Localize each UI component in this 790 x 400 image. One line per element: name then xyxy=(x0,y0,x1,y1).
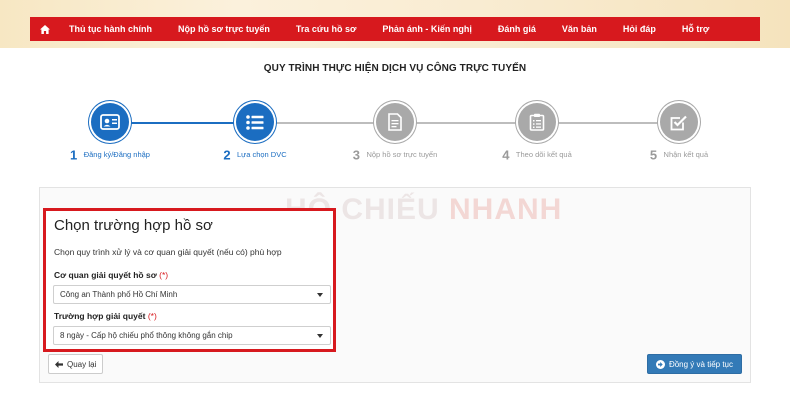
case-select-value: 8 ngày - Cấp hộ chiếu phổ thông không gắ… xyxy=(60,331,233,340)
case-form-title: Chọn trường hợp hồ sơ xyxy=(54,217,213,234)
step-5-label: 5 Nhận kết quả xyxy=(609,146,749,164)
process-stepper: 1 Đăng ký/Đăng nhập 2 Lựa chọn DVC 3 Nộp… xyxy=(0,100,790,170)
nav-item-faq[interactable]: Hỏi đáp xyxy=(610,17,669,41)
agree-continue-button[interactable]: Đồng ý và tiếp tục xyxy=(646,354,742,374)
home-icon[interactable] xyxy=(34,24,56,34)
arrow-left-icon xyxy=(55,360,63,368)
nav-item-evaluation[interactable]: Đánh giá xyxy=(485,17,549,41)
case-selection-panel: HỘ CHIẾU NHANH Chọn trường hợp hồ sơ Chọ… xyxy=(39,187,751,383)
nav-item-submit-online[interactable]: Nộp hồ sơ trực tuyến xyxy=(165,17,283,41)
step-3-number: 3 xyxy=(352,147,360,163)
step-5-text: Nhận kết quả xyxy=(663,150,709,160)
back-button-label: Quay lại xyxy=(67,359,97,369)
step-2-text: Lựa chọn DVC xyxy=(237,150,287,160)
case-label-text: Trường hợp giải quyết xyxy=(54,311,146,321)
step-4-label: 4 Theo dõi kết quả xyxy=(467,146,607,164)
step-2-label: 2 Lựa chọn DVC xyxy=(185,146,325,164)
id-card-icon xyxy=(91,103,129,141)
agree-continue-label: Đồng ý và tiếp tục xyxy=(668,359,733,369)
step-1-label: 1 Đăng ký/Đăng nhập xyxy=(40,146,180,164)
step-connector-1 xyxy=(110,122,255,124)
check-square-icon xyxy=(660,103,698,141)
agency-label: Cơ quan giải quyết hồ sơ (*) xyxy=(54,270,168,280)
clipboard-icon xyxy=(518,103,556,141)
chevron-down-icon xyxy=(317,334,323,338)
list-icon xyxy=(236,103,274,141)
nav-item-lookup[interactable]: Tra cứu hồ sơ xyxy=(283,17,369,41)
step-1-number: 1 xyxy=(70,147,78,163)
step-5-number: 5 xyxy=(649,147,658,163)
nav-item-support[interactable]: Hỗ trợ xyxy=(669,17,722,41)
arrow-right-circle-icon xyxy=(655,359,665,369)
agency-label-text: Cơ quan giải quyết hồ sơ xyxy=(54,270,157,280)
agency-select[interactable]: Công an Thành phố Hồ Chí Minh xyxy=(53,285,331,304)
agency-required-mark: (*) xyxy=(159,270,169,280)
document-icon xyxy=(376,103,414,141)
nav-item-feedback[interactable]: Phản ánh - Kiến nghị xyxy=(369,17,485,41)
step-4-text: Theo dõi kết quả xyxy=(515,150,572,160)
main-navbar: Thủ tục hành chính Nộp hồ sơ trực tuyến … xyxy=(30,17,760,41)
step-4-number: 4 xyxy=(502,147,510,163)
case-required-mark: (*) xyxy=(147,311,157,321)
step-2-number: 2 xyxy=(223,147,231,163)
back-button[interactable]: Quay lại xyxy=(48,354,104,374)
page-title: QUY TRÌNH THỰC HIỆN DỊCH VỤ CÔNG TRỰC TU… xyxy=(263,63,527,74)
agency-select-value: Công an Thành phố Hồ Chí Minh xyxy=(60,290,178,299)
watermark-text-2: NHANH xyxy=(449,193,563,226)
step-connector-2 xyxy=(255,122,680,124)
nav-item-administrative-procedures[interactable]: Thủ tục hành chính xyxy=(56,17,165,41)
step-3-text: Nộp hồ sơ trực tuyến xyxy=(366,150,438,160)
case-select[interactable]: 8 ngày - Cấp hộ chiếu phổ thông không gắ… xyxy=(53,326,331,345)
case-label: Trường hợp giải quyết (*) xyxy=(54,311,157,321)
nav-item-documents[interactable]: Văn bản xyxy=(549,17,610,41)
step-3-label: 3 Nộp hồ sơ trực tuyến xyxy=(325,146,465,164)
case-form-highlight: Chọn trường hợp hồ sơ Chọn quy trình xử … xyxy=(43,208,336,352)
step-1-text: Đăng ký/Đăng nhập xyxy=(83,150,150,160)
chevron-down-icon xyxy=(317,293,323,297)
case-form-description: Chọn quy trình xử lý và cơ quan giải quy… xyxy=(54,247,282,257)
